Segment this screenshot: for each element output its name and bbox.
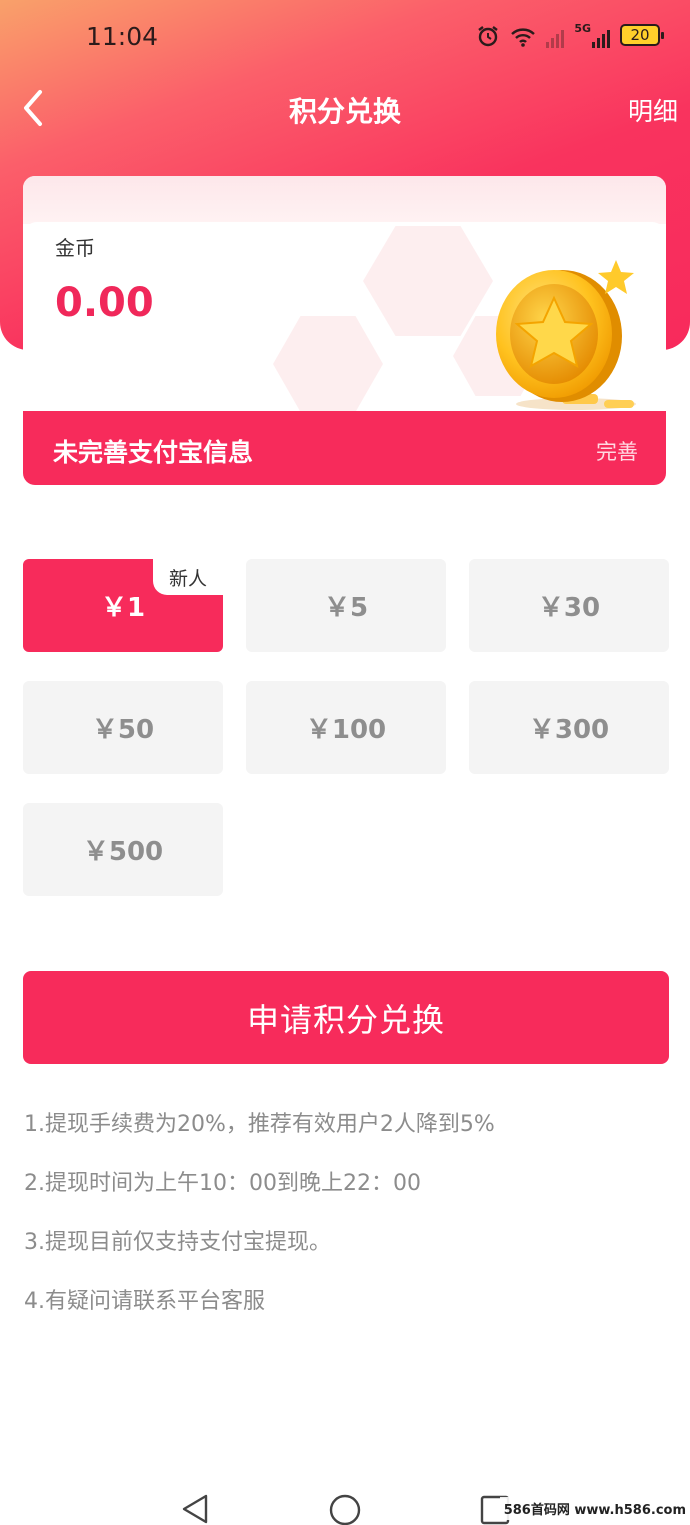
status-time: 11:04 [86,22,159,51]
amount-label: ￥100 [305,715,387,745]
amount-options: ￥1 新人 ￥5 ￥30 ￥50 ￥100 ￥300 ￥500 [23,559,669,899]
page-title: 积分兑换 [288,95,401,128]
rule-item: 4.有疑问请联系平台客服 [24,1289,265,1314]
rule-item: 2.提现时间为上午10：00到晚上22：00 [24,1171,421,1196]
watermark: 586首码网 www.h586.com [499,1497,690,1520]
amount-option-300[interactable]: ￥300 [469,681,669,774]
amount-label: ￥500 [82,837,164,867]
amount-option-5[interactable]: ￥5 [246,559,446,652]
amount-option-500[interactable]: ￥500 [23,803,223,896]
amount-label: ￥50 [91,715,155,745]
amount-option-100[interactable]: ￥100 [246,681,446,774]
top-nav: 积分兑换 明细 [0,76,690,140]
wifi-icon [510,22,536,48]
rule-item: 1.提现手续费为20%，推荐有效用户2人降到5% [24,1112,495,1137]
network-type: 5G [574,22,591,35]
nav-home-icon[interactable] [328,1493,362,1525]
alarm-icon [476,22,500,48]
amount-label: ￥5 [323,593,369,623]
balance-value: 0.00 [55,280,154,326]
amount-option-50[interactable]: ￥50 [23,681,223,774]
battery-icon: 20 [620,24,664,46]
amount-label: ￥1 [100,593,146,623]
amount-option-1[interactable]: ￥1 新人 [23,559,223,652]
signal-5g-icon: 5G [574,22,610,48]
coin-star-icon [496,260,636,410]
alipay-notice-bar[interactable]: 未完善支付宝信息 完善 [23,411,666,485]
amount-label: ￥30 [537,593,601,623]
rules-list: 1.提现手续费为20%，推荐有效用户2人降到5% 2.提现时间为上午10：00到… [24,1106,664,1342]
alipay-notice-text: 未完善支付宝信息 [53,438,254,467]
detail-link[interactable]: 明细 [628,92,678,128]
signal-icon [546,22,565,48]
apply-exchange-button[interactable]: 申请积分兑换 [23,971,669,1064]
coin-balance-card: 金币 0.00 [23,176,666,412]
complete-alipay-link[interactable]: 完善 [596,436,638,466]
rule-item: 3.提现目前仅支持支付宝提现。 [24,1230,331,1255]
balance-label: 金币 [55,236,95,260]
status-icons: 5G 20 [476,22,664,48]
status-bar: 11:04 5G 20 [0,0,690,76]
nav-back-icon[interactable] [180,1493,210,1525]
amount-option-30[interactable]: ￥30 [469,559,669,652]
amount-label: ￥300 [528,715,610,745]
newcomer-badge: 新人 [153,559,223,595]
